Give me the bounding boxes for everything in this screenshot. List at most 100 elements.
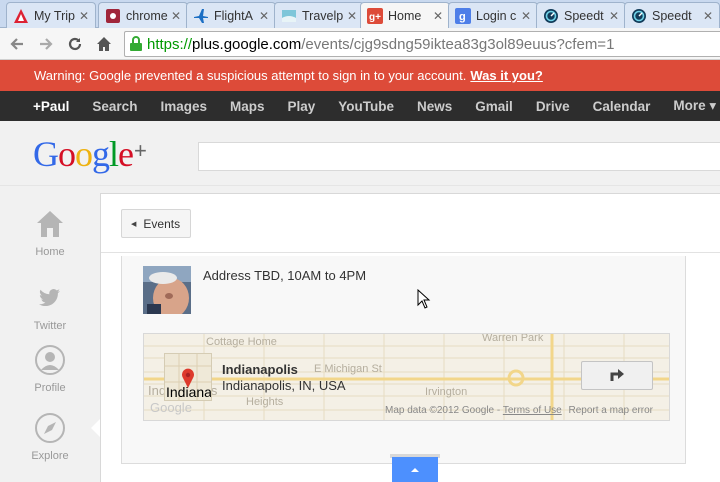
lock-icon	[129, 36, 143, 52]
google-bar: +Paul Search Images Maps Play YouTube News Gmai…	[0, 91, 720, 121]
event-address-text: Address TBD, 10AM to 4PM	[203, 268, 367, 283]
close-icon[interactable]: ✕	[431, 9, 445, 23]
was-it-you-link[interactable]: Was it you?	[470, 68, 542, 83]
leftnav-item-home[interactable]: Home	[0, 208, 100, 258]
map-label-warren: Warren Park	[482, 333, 544, 344]
tab-title: Login c	[476, 8, 517, 23]
gbar-item-3[interactable]: Maps	[230, 99, 265, 114]
map-thumbnail: Indianapo	[164, 353, 212, 401]
map-terms-link[interactable]: Terms of Use	[503, 405, 562, 416]
leftnav-label: Explore	[31, 450, 69, 462]
svg-text:g+: g+	[369, 12, 381, 23]
map-city-name: Indianapolis	[222, 362, 298, 377]
tab-0[interactable]: My Trip ✕	[6, 2, 96, 28]
divider	[101, 252, 720, 253]
logo-plus: +	[134, 138, 147, 163]
url-host: plus.google.com	[192, 35, 302, 53]
map-label-irvington: Irvington	[425, 386, 468, 398]
gbar-item-8[interactable]: Drive	[536, 99, 570, 114]
avatar[interactable]	[143, 266, 191, 314]
tab-7[interactable]: Speedt ✕	[624, 2, 720, 28]
tab-6[interactable]: Speedt ✕	[536, 2, 626, 28]
gbar-item-10[interactable]: More ▾	[673, 98, 716, 114]
gbar-item-6[interactable]: News	[417, 99, 452, 114]
tab-1[interactable]: chrome ✕	[98, 2, 188, 28]
logo-text: Google	[33, 134, 134, 174]
tab-title: chrome	[126, 8, 168, 23]
gbar-item-0[interactable]: +Paul	[33, 99, 69, 114]
events-back-label: Events	[143, 216, 181, 231]
triangle-favicon-icon	[13, 8, 29, 24]
close-icon[interactable]: ✕	[519, 9, 533, 23]
tab-title: Travelp	[302, 8, 344, 23]
close-icon[interactable]: ✕	[77, 9, 91, 23]
events-back-button[interactable]: ◀ Events	[121, 209, 192, 238]
map-label-cottage: Cottage Home	[206, 336, 277, 348]
search-input[interactable]	[198, 142, 720, 171]
back-triangle-icon: ◀	[131, 220, 137, 228]
gbar-item-5[interactable]: YouTube	[338, 99, 394, 114]
directions-arrow-icon	[608, 366, 626, 385]
map-report-link[interactable]: Report a map error	[569, 405, 653, 416]
gplus-header: Google+	[0, 121, 720, 186]
twitter-icon	[34, 282, 66, 314]
close-icon[interactable]: ✕	[607, 9, 621, 23]
mouse-cursor-icon	[417, 288, 431, 312]
map-city-address: Indianapolis, IN, USA	[222, 378, 346, 393]
map-credit-text: Map data ©2012 Google -	[385, 405, 503, 416]
close-icon[interactable]: ✕	[257, 9, 271, 23]
reload-icon[interactable]	[65, 34, 85, 54]
tab-title: Home	[388, 9, 422, 23]
airplane-favicon-icon	[193, 8, 209, 24]
leftnav-label: Home	[35, 246, 65, 258]
gauge-favicon-icon	[631, 8, 647, 24]
tab-5[interactable]: g Login c ✕	[448, 2, 538, 28]
gbar-item-1[interactable]: Search	[92, 99, 137, 114]
explore-icon	[34, 412, 66, 444]
back-arrow-icon[interactable]	[7, 34, 27, 54]
gbar-item-4[interactable]: Play	[287, 99, 315, 114]
tab-4[interactable]: g+ Home ✕	[360, 2, 450, 29]
gbar-item-2[interactable]: Images	[160, 99, 207, 114]
google-favicon-icon: g	[455, 7, 471, 24]
google-plus-logo[interactable]: Google+	[33, 133, 147, 175]
event-card: Address TBD, 10AM to 4PM Cottage Home Wa…	[121, 256, 686, 482]
leftnav-item-profile[interactable]: Profile	[0, 344, 100, 394]
map-preview[interactable]: Cottage Home Warren Park E Michigan St I…	[143, 333, 670, 421]
tab-title: Speedt	[564, 8, 604, 23]
travel-favicon-icon	[281, 8, 297, 24]
tab-2[interactable]: FlightA ✕	[186, 2, 276, 28]
directions-button[interactable]	[581, 361, 653, 390]
left-nav: Home Twitter Profile Explore	[0, 186, 100, 482]
gbar-item-7[interactable]: Gmail	[475, 99, 513, 114]
leftnav-item-twitter[interactable]: Twitter	[0, 282, 100, 332]
home-button-icon[interactable]	[94, 34, 114, 54]
close-icon[interactable]: ✕	[169, 9, 183, 23]
home-icon	[34, 208, 66, 240]
address-bar[interactable]: https://plus.google.com/events/cjg9sdng5…	[124, 31, 720, 57]
profile-icon	[34, 344, 66, 376]
map-credit: Map data ©2012 Google - Terms of Use Rep…	[385, 405, 653, 416]
nav-selection-pointer	[91, 419, 100, 437]
close-icon[interactable]: ✕	[701, 9, 715, 23]
url-path: /events/cjg9sdng59iktea83g3ol89euus?cfem…	[301, 35, 615, 53]
forward-arrow-icon[interactable]	[36, 34, 56, 54]
warning-banner: Warning: Google prevented a suspicious a…	[0, 60, 720, 91]
url-scheme: https://	[147, 35, 193, 53]
tab-title: FlightA	[214, 8, 253, 23]
google-plus-favicon-icon: g+	[367, 8, 383, 24]
puzzle-favicon-icon	[105, 8, 121, 24]
leftnav-item-explore[interactable]: Explore	[0, 412, 100, 462]
map-google-watermark: Google	[150, 400, 192, 415]
browser-toolbar: https://plus.google.com/events/cjg9sdng5…	[0, 28, 720, 60]
leftnav-label: Twitter	[33, 320, 67, 332]
svg-text:g: g	[459, 11, 466, 23]
leftnav-label: Profile	[34, 382, 66, 394]
gbar-item-9[interactable]: Calendar	[593, 99, 651, 114]
tab-3[interactable]: Travelp ✕	[274, 2, 364, 28]
collapse-button[interactable]	[390, 454, 454, 482]
warning-text: Warning: Google prevented a suspicious a…	[34, 68, 467, 83]
map-pin-icon	[181, 368, 195, 391]
close-icon[interactable]: ✕	[345, 9, 359, 23]
gauge-favicon-icon	[543, 8, 559, 24]
